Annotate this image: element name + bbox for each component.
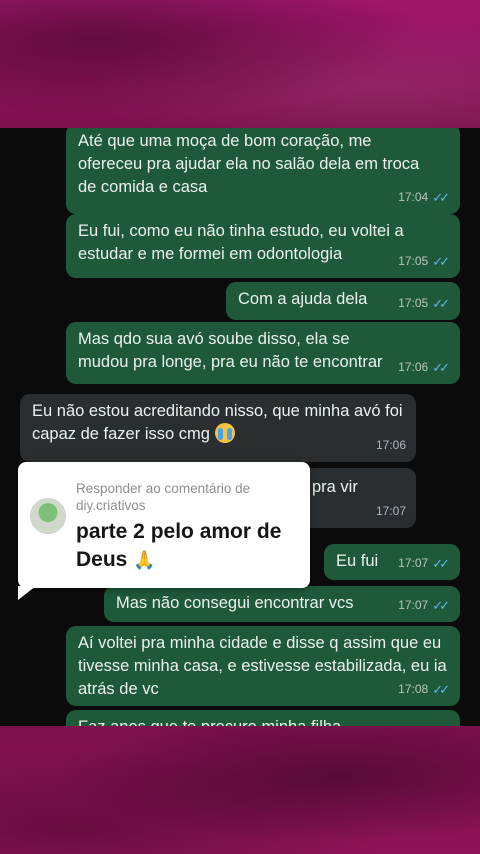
- bottom-background-band: [0, 726, 480, 854]
- comment-card-tail: [18, 586, 36, 600]
- message-meta: 17:07: [376, 500, 406, 523]
- message-bubble: Faz anos que te procuro minha filha: [66, 710, 460, 726]
- comment-text: parte 2 pelo amor de Deus 🙏: [76, 518, 301, 574]
- message-text: Eu fui: [336, 552, 379, 570]
- message-bubble: Eu fui 17:07 ✓✓: [324, 544, 460, 580]
- message-bubble: Mas não consegui encontrar vcs 17:07 ✓✓: [104, 586, 460, 622]
- message-time: 17:07: [375, 504, 406, 518]
- praying-hands-icon: 🙏: [133, 550, 156, 570]
- message-bubble: Eu não estou acreditando nisso, que minh…: [20, 394, 416, 462]
- reply-label: Responder ao comentário de diy.criativos: [76, 481, 251, 513]
- double-check-icon: ✓✓: [432, 556, 450, 571]
- message-text: Até que uma moça de bom coração, me ofer…: [78, 132, 420, 196]
- double-check-icon: ✓✓: [432, 190, 450, 205]
- message-bubble: Eu fui, como eu não tinha estudo, eu vol…: [66, 214, 460, 278]
- message-text: Eu fui, como eu não tinha estudo, eu vol…: [78, 222, 404, 263]
- double-check-icon: ✓✓: [432, 360, 450, 375]
- message-time: 17:04: [398, 190, 429, 204]
- message-text: Mas qdo sua avó soube disso, ela se mudo…: [78, 330, 383, 371]
- double-check-icon: ✓✓: [432, 682, 450, 697]
- user-avatar: [30, 498, 66, 534]
- message-meta: 17:05 ✓✓: [398, 250, 450, 273]
- crying-face-icon: [214, 423, 235, 443]
- message-meta: 17:08 ✓✓: [398, 678, 450, 701]
- message-meta: 17:06: [376, 434, 406, 457]
- message-text: Com a ajuda dela: [238, 290, 368, 308]
- message-meta: 17:04 ✓✓: [398, 186, 450, 209]
- message-bubble: Aí voltei pra minha cidade e disse q ass…: [66, 626, 460, 706]
- top-background-band: [0, 0, 480, 128]
- message-text: pra vir: [312, 478, 358, 496]
- message-bubble: Mas qdo sua avó soube disso, ela se mudo…: [66, 322, 460, 384]
- comment-reply-card[interactable]: Responder ao comentário de diy.criativos…: [18, 462, 310, 588]
- double-check-icon: ✓✓: [432, 296, 450, 311]
- message-time: 17:07: [398, 598, 429, 612]
- message-text: Faz anos que te procuro minha filha: [78, 718, 341, 726]
- message-meta: 17:07 ✓✓: [398, 552, 450, 575]
- message-time: 17:05: [398, 296, 429, 310]
- message-time: 17:07: [398, 556, 429, 570]
- message-time: 17:08: [398, 682, 429, 696]
- message-meta: 17:05 ✓✓: [398, 292, 450, 315]
- message-time: 17:05: [398, 254, 429, 268]
- message-time: 17:06: [398, 360, 429, 374]
- comment-body: parte 2 pelo amor de Deus: [76, 520, 282, 571]
- message-meta: 17:06 ✓✓: [398, 356, 450, 379]
- chat-window: Até que uma moça de bom coração, me ofer…: [0, 128, 480, 726]
- double-check-icon: ✓✓: [432, 254, 450, 269]
- message-bubble: Até que uma moça de bom coração, me ofer…: [66, 128, 460, 214]
- message-meta: 17:07 ✓✓: [398, 594, 450, 617]
- message-time: 17:06: [375, 438, 406, 452]
- message-text: Aí voltei pra minha cidade e disse q ass…: [78, 634, 447, 698]
- message-text: Mas não consegui encontrar vcs: [116, 594, 354, 612]
- double-check-icon: ✓✓: [432, 598, 450, 613]
- message-bubble: Com a ajuda dela 17:05 ✓✓: [226, 282, 460, 320]
